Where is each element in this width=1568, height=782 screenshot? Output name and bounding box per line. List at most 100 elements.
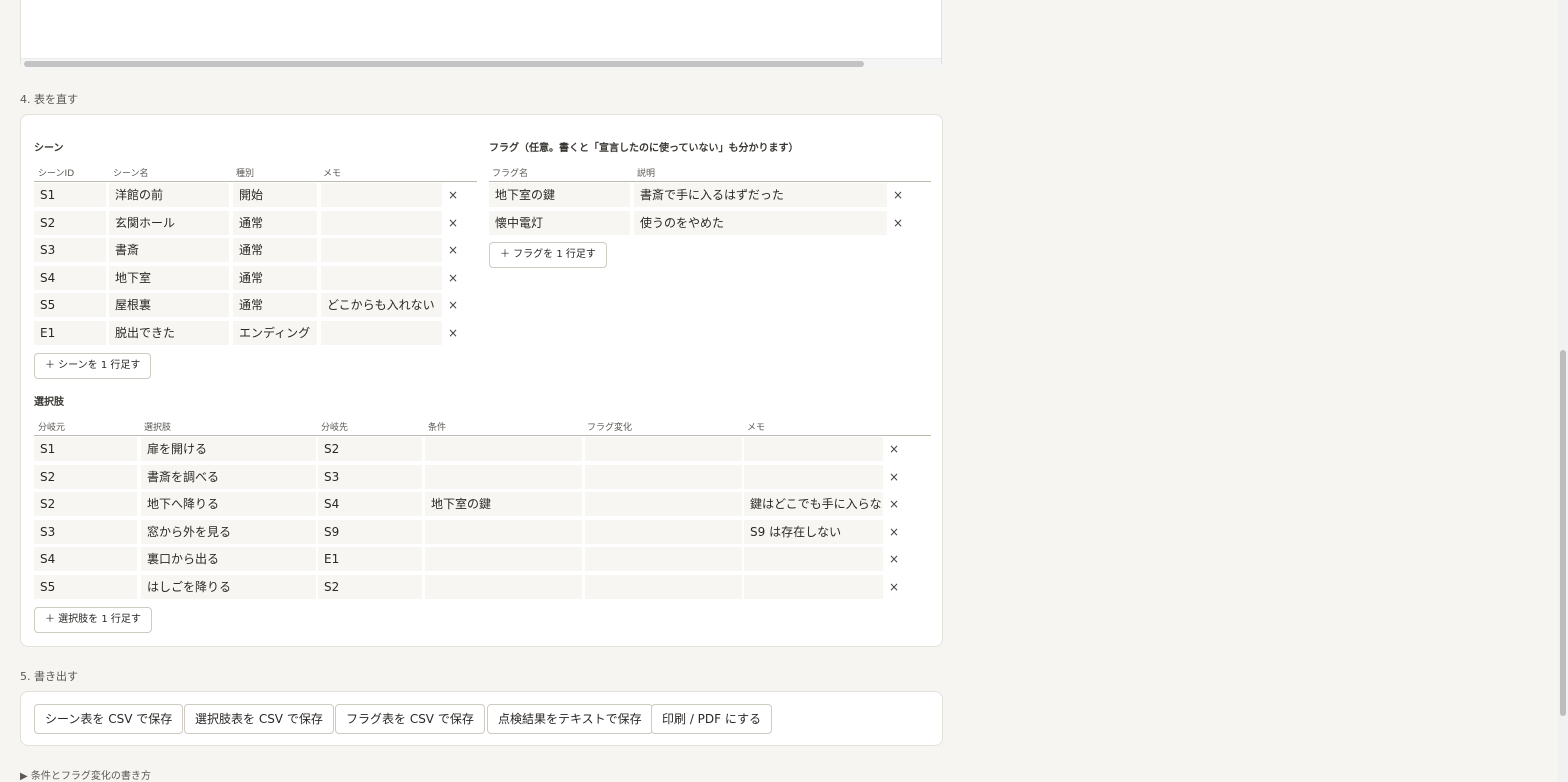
- choice-flag-cell[interactable]: [585, 547, 742, 572]
- choice-to-cell[interactable]: S3: [318, 464, 422, 489]
- choice-from-cell[interactable]: S2: [34, 464, 137, 489]
- scene-memo-cell[interactable]: [321, 210, 442, 235]
- delete-choice-row-button[interactable]: ×: [887, 437, 901, 461]
- scene-memo-cell[interactable]: [321, 183, 442, 207]
- scenes-header-kind: 種別: [236, 169, 255, 179]
- choice-memo-cell[interactable]: 鍵はどこでも手に入らない: [744, 492, 883, 517]
- choice-text-cell[interactable]: 書斎を調べる: [141, 464, 316, 489]
- vertical-scrollbar-thumb[interactable]: [1560, 350, 1566, 716]
- scene-kind-cell[interactable]: 通常: [233, 265, 317, 290]
- delete-flag-row-button[interactable]: ×: [891, 183, 905, 207]
- delete-scene-row-button[interactable]: ×: [446, 293, 460, 317]
- delete-scene-row-button[interactable]: ×: [446, 238, 460, 262]
- choice-to-cell[interactable]: S2: [318, 575, 422, 599]
- horizontal-scrollbar[interactable]: [21, 58, 941, 70]
- choice-to-cell[interactable]: E1: [318, 547, 422, 572]
- choice-text-cell[interactable]: 地下へ降りる: [141, 492, 316, 517]
- choice-to-cell[interactable]: S9: [318, 519, 422, 544]
- flag-name-cell[interactable]: 懐中電灯: [489, 210, 630, 235]
- scene-kind-cell[interactable]: エンディング: [233, 321, 317, 345]
- scene-memo-cell[interactable]: [321, 238, 442, 263]
- scene-id-cell[interactable]: S5: [34, 293, 106, 318]
- scene-kind-cell[interactable]: 通常: [233, 210, 317, 235]
- choices-title: 選択肢: [34, 397, 64, 408]
- choice-cond-cell[interactable]: [425, 437, 582, 461]
- choice-flag-cell[interactable]: [585, 464, 742, 489]
- choice-from-cell[interactable]: S1: [34, 437, 137, 461]
- vertical-scrollbar[interactable]: [1558, 0, 1568, 782]
- scene-kind-cell[interactable]: 通常: [233, 293, 317, 318]
- scene-kind-cell[interactable]: 通常: [233, 238, 317, 263]
- delete-scene-row-button[interactable]: ×: [446, 183, 460, 207]
- flags-header-desc: 説明: [637, 169, 656, 179]
- choice-flag-cell[interactable]: [585, 519, 742, 544]
- scene-name-cell[interactable]: 脱出できた: [109, 321, 229, 345]
- choice-text-cell[interactable]: 扉を開ける: [141, 437, 316, 461]
- delete-scene-row-button[interactable]: ×: [446, 321, 460, 345]
- scene-memo-cell[interactable]: どこからも入れない: [321, 293, 442, 318]
- choice-from-cell[interactable]: S4: [34, 547, 137, 572]
- section-4-title: 4. 表を直す: [20, 93, 78, 106]
- horizontal-scrollbar-thumb[interactable]: [24, 61, 864, 67]
- scene-id-cell[interactable]: S4: [34, 265, 106, 290]
- choice-memo-cell[interactable]: [744, 464, 883, 489]
- scene-name-cell[interactable]: 洋館の前: [109, 183, 229, 207]
- choices-header-cond: 条件: [428, 423, 447, 433]
- scene-name-cell[interactable]: 書斎: [109, 238, 229, 263]
- flag-name-cell[interactable]: 地下室の鍵: [489, 183, 630, 207]
- choice-from-cell[interactable]: S3: [34, 519, 137, 544]
- add-scene-button[interactable]: ＋ シーンを 1 行足す: [34, 353, 152, 379]
- choice-text-cell[interactable]: はしごを降りる: [141, 575, 316, 599]
- flag-desc-cell[interactable]: 書斎で手に入るはずだった: [634, 183, 887, 207]
- scene-kind-cell[interactable]: 開始: [233, 183, 317, 207]
- scene-id-cell[interactable]: E1: [34, 321, 106, 345]
- print-pdf-button[interactable]: 印刷 / PDF にする: [651, 704, 772, 734]
- choice-cond-cell[interactable]: [425, 519, 582, 544]
- choice-cond-cell[interactable]: 地下室の鍵: [425, 492, 582, 517]
- delete-choice-row-button[interactable]: ×: [887, 465, 901, 489]
- choice-flag-cell[interactable]: [585, 492, 742, 517]
- flag-desc-cell[interactable]: 使うのをやめた: [634, 210, 887, 235]
- choice-memo-cell[interactable]: [744, 437, 883, 461]
- add-flag-button[interactable]: ＋ フラグを 1 行足す: [489, 242, 607, 268]
- delete-choice-row-button[interactable]: ×: [887, 520, 901, 544]
- scene-name-cell[interactable]: 地下室: [109, 265, 229, 290]
- save-scenes-csv-button[interactable]: シーン表を CSV で保存: [34, 704, 184, 734]
- save-flags-csv-button[interactable]: フラグ表を CSV で保存: [335, 704, 485, 734]
- delete-choice-row-button[interactable]: ×: [887, 547, 901, 571]
- choice-cond-cell[interactable]: [425, 464, 582, 489]
- scene-id-cell[interactable]: S2: [34, 210, 106, 235]
- choice-memo-cell[interactable]: [744, 547, 883, 572]
- scene-name-cell[interactable]: 玄関ホール: [109, 210, 229, 235]
- scenes-header-name: シーン名: [113, 169, 149, 179]
- scene-memo-cell[interactable]: [321, 321, 442, 345]
- add-choice-button[interactable]: ＋ 選択肢を 1 行足す: [34, 607, 152, 633]
- edit-tables-card: シーン シーンID シーン名 種別 メモ S1 洋館の前 開始 × S2 玄関ホール 通常 ×…: [20, 114, 943, 647]
- condition-flag-help-toggle[interactable]: ▶ 条件とフラグ変化の書き方: [20, 767, 151, 782]
- choice-text-cell[interactable]: 裏口から出る: [141, 547, 316, 572]
- choice-flag-cell[interactable]: [585, 437, 742, 461]
- scene-id-cell[interactable]: S1: [34, 183, 106, 207]
- choice-flag-cell[interactable]: [585, 575, 742, 599]
- save-choices-csv-button[interactable]: 選択肢表を CSV で保存: [184, 704, 334, 734]
- delete-choice-row-button[interactable]: ×: [887, 575, 901, 599]
- choice-text-cell[interactable]: 窓から外を見る: [141, 519, 316, 544]
- choice-to-cell[interactable]: S4: [318, 492, 422, 517]
- choice-cond-cell[interactable]: [425, 575, 582, 599]
- delete-flag-row-button[interactable]: ×: [891, 211, 905, 235]
- choice-memo-cell[interactable]: [744, 575, 883, 599]
- choice-memo-cell[interactable]: S9 は存在しない: [744, 519, 883, 544]
- scene-memo-cell[interactable]: [321, 265, 442, 290]
- choices-header-rule: [34, 435, 931, 436]
- choice-to-cell[interactable]: S2: [318, 437, 422, 461]
- choice-from-cell[interactable]: S5: [34, 575, 137, 599]
- scene-name-cell[interactable]: 屋根裏: [109, 293, 229, 318]
- flags-header-name: フラグ名: [492, 169, 529, 179]
- choice-from-cell[interactable]: S2: [34, 492, 137, 517]
- delete-choice-row-button[interactable]: ×: [887, 492, 901, 516]
- scene-id-cell[interactable]: S3: [34, 238, 106, 263]
- choice-cond-cell[interactable]: [425, 547, 582, 572]
- delete-scene-row-button[interactable]: ×: [446, 266, 460, 290]
- save-check-results-button[interactable]: 点検結果をテキストで保存: [487, 704, 653, 734]
- delete-scene-row-button[interactable]: ×: [446, 211, 460, 235]
